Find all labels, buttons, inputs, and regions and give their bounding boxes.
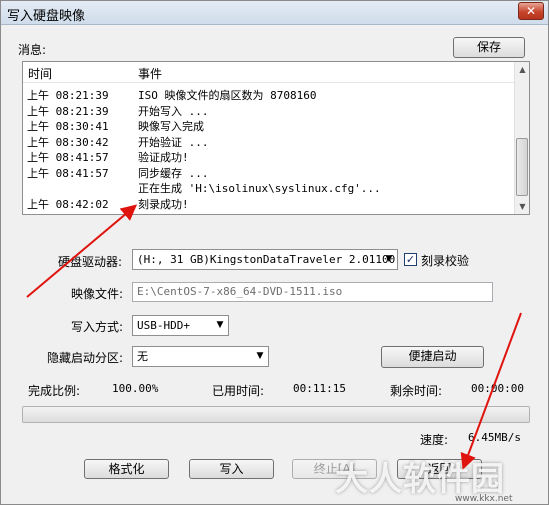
- drive-select[interactable]: (H:, 31 GB)KingstonDataTraveler 2.01100 …: [132, 249, 398, 270]
- log-row[interactable]: 正在生成 'H:\isolinux\syslinux.cfg'...: [23, 179, 515, 195]
- write-mode-value: USB-HDD+: [137, 319, 190, 332]
- scroll-up-icon[interactable]: ▲: [515, 62, 529, 77]
- quick-boot-button[interactable]: 便捷启动: [381, 346, 484, 368]
- completion-value: 100.00%: [112, 382, 159, 395]
- scroll-thumb[interactable]: [516, 138, 528, 196]
- hidden-partition-select[interactable]: 无 ▼: [132, 346, 269, 367]
- write-disk-image-window: 写入硬盘映像 ✕ 消息: 保存 时间 事件 上午 08:21:39 ISO 映像文…: [0, 0, 549, 505]
- speed-label: 速度:: [420, 433, 449, 447]
- watermark-logo: 大人软件园: [335, 459, 505, 498]
- verify-label: 刻录校验: [421, 254, 470, 268]
- log-row[interactable]: 上午 08:21:39 ISO 映像文件的扇区数为 8708160: [23, 86, 515, 102]
- image-file-label: 映像文件:: [71, 287, 124, 301]
- write-button[interactable]: 写入: [189, 459, 274, 479]
- log-row[interactable]: 上午 08:30:41 映像写入完成: [23, 117, 515, 133]
- column-header-event[interactable]: 事件: [138, 65, 162, 82]
- log-row[interactable]: 上午 08:30:42 开始验证 ...: [23, 133, 515, 149]
- log-header: 时间 事件: [23, 62, 515, 83]
- log-rows: 上午 08:21:39 ISO 映像文件的扇区数为 8708160 上午 08:2…: [23, 86, 515, 211]
- close-icon: ✕: [525, 4, 537, 18]
- message-log[interactable]: 时间 事件 上午 08:21:39 ISO 映像文件的扇区数为 8708160 上…: [22, 61, 530, 215]
- verify-checkbox[interactable]: ✓: [404, 253, 417, 266]
- window-title: 写入硬盘映像: [7, 9, 86, 24]
- scroll-down-icon[interactable]: ▼: [515, 199, 529, 214]
- chevron-down-icon: ▼: [256, 351, 264, 361]
- chevron-down-icon: ▼: [385, 254, 393, 264]
- log-time: 上午 08:42:02: [27, 197, 109, 211]
- checkmark-icon: ✓: [405, 253, 416, 266]
- remaining-label: 剩余时间:: [390, 384, 443, 398]
- column-header-time[interactable]: 时间: [28, 65, 52, 82]
- completion-label: 完成比例:: [28, 384, 81, 398]
- log-row[interactable]: 上午 08:42:02 刻录成功!: [23, 195, 515, 211]
- format-button[interactable]: 格式化: [84, 459, 169, 479]
- save-button[interactable]: 保存: [453, 37, 525, 58]
- chevron-down-icon: ▼: [216, 320, 224, 330]
- drive-value: (H:, 31 GB)KingstonDataTraveler 2.01100: [137, 253, 396, 266]
- log-row[interactable]: 上午 08:41:57 验证成功!: [23, 148, 515, 164]
- close-button[interactable]: ✕: [518, 2, 544, 20]
- write-mode-label: 写入方式:: [71, 320, 124, 334]
- log-row[interactable]: 上午 08:21:39 开始写入 ...: [23, 102, 515, 118]
- image-file-field[interactable]: E:\CentOS-7-x86_64-DVD-1511.iso: [132, 282, 493, 302]
- title-bar[interactable]: 写入硬盘映像 ✕: [1, 1, 548, 25]
- progress-bar: [22, 406, 530, 423]
- log-event: 刻录成功!: [138, 197, 189, 211]
- log-scrollbar[interactable]: ▲ ▼: [514, 62, 529, 214]
- watermark-url: www.kkx.net: [455, 494, 513, 504]
- speed-value: 6.45MB/s: [468, 431, 521, 444]
- hidden-partition-value: 无: [137, 350, 148, 363]
- elapsed-label: 已用时间:: [212, 384, 265, 398]
- write-mode-select[interactable]: USB-HDD+ ▼: [132, 315, 229, 336]
- log-row[interactable]: 上午 08:41:57 同步缓存 ...: [23, 164, 515, 180]
- hidden-partition-label: 隐藏启动分区:: [47, 351, 124, 365]
- elapsed-value: 00:11:15: [293, 382, 346, 395]
- drive-label: 硬盘驱动器:: [58, 255, 123, 269]
- remaining-value: 00:00:00: [471, 382, 524, 395]
- messages-label: 消息:: [18, 43, 47, 57]
